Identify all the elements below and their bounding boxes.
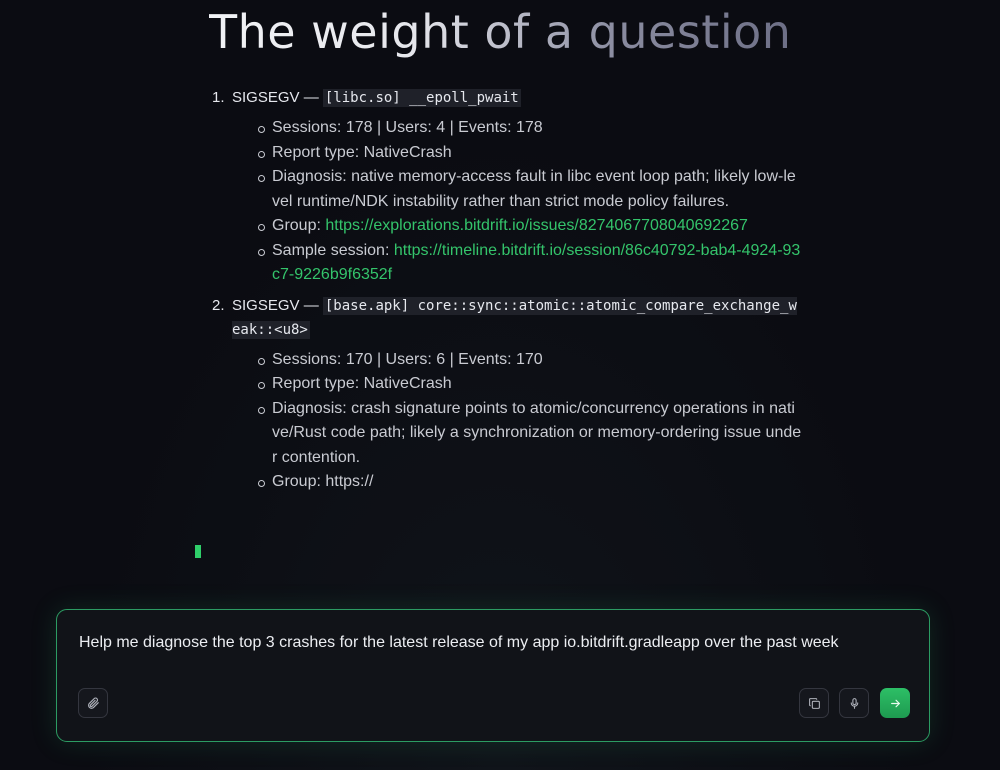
crash-stats: Sessions: 170 | Users: 6 | Events: 170 [258,348,802,373]
crash-group: Group: https:// [258,470,802,495]
page-title: The weight of a question [209,5,792,59]
crash-stats: Sessions: 178 | Users: 4 | Events: 178 [258,116,802,141]
assistant-response: 1. SIGSEGV — [libc.so] __epoll_pwait Ses… [212,86,802,501]
streaming-cursor [195,545,201,558]
paperclip-icon [86,696,100,710]
crash-report-type: Report type: NativeCrash [258,372,802,397]
crash-diagnosis: Diagnosis: native memory-access fault in… [258,165,802,214]
crash-report-type: Report type: NativeCrash [258,141,802,166]
list-number: 2. [212,296,225,314]
microphone-button[interactable] [839,688,869,718]
copy-icon [808,697,821,710]
crash-details: Sessions: 178 | Users: 4 | Events: 178 R… [232,116,802,288]
copy-button[interactable] [799,688,829,718]
chat-page: The weight of a question 1. SIGSEGV — [l… [0,0,1000,770]
crash-heading: SIGSEGV — [libc.so] __epoll_pwait [232,86,802,110]
prompt-composer[interactable]: Help me diagnose the top 3 crashes for t… [56,609,930,742]
send-button[interactable] [880,688,910,718]
group-label: Group: [272,217,326,234]
prompt-input[interactable]: Help me diagnose the top 3 crashes for t… [79,632,839,654]
crash-heading: SIGSEGV — [base.apk] core::sync::atomic:… [232,294,802,342]
group-link[interactable]: https://explorations.bitdrift.io/issues/… [325,217,748,234]
crash-details: Sessions: 170 | Users: 6 | Events: 170 R… [232,348,802,495]
crash-frame-code: [libc.so] __epoll_pwait [322,89,521,107]
sample-session-label: Sample session: [272,241,394,259]
crash-list: 1. SIGSEGV — [libc.so] __epoll_pwait Ses… [212,86,802,495]
microphone-icon [848,697,861,710]
attach-button[interactable] [78,688,108,718]
crash-group: Group: https://explorations.bitdrift.io/… [258,214,802,239]
crash-item-2: 2. SIGSEGV — [base.apk] core::sync::atom… [212,294,802,495]
crash-diagnosis: Diagnosis: crash signature points to ato… [258,397,802,471]
crash-item-1: 1. SIGSEGV — [libc.so] __epoll_pwait Ses… [212,86,802,288]
crash-signal: SIGSEGV — [232,89,319,106]
list-number: 1. [212,89,225,106]
crash-signal: SIGSEGV — [232,296,319,314]
crash-sample-session: Sample session: https://timeline.bitdrif… [258,239,802,288]
arrow-right-icon [889,697,902,710]
